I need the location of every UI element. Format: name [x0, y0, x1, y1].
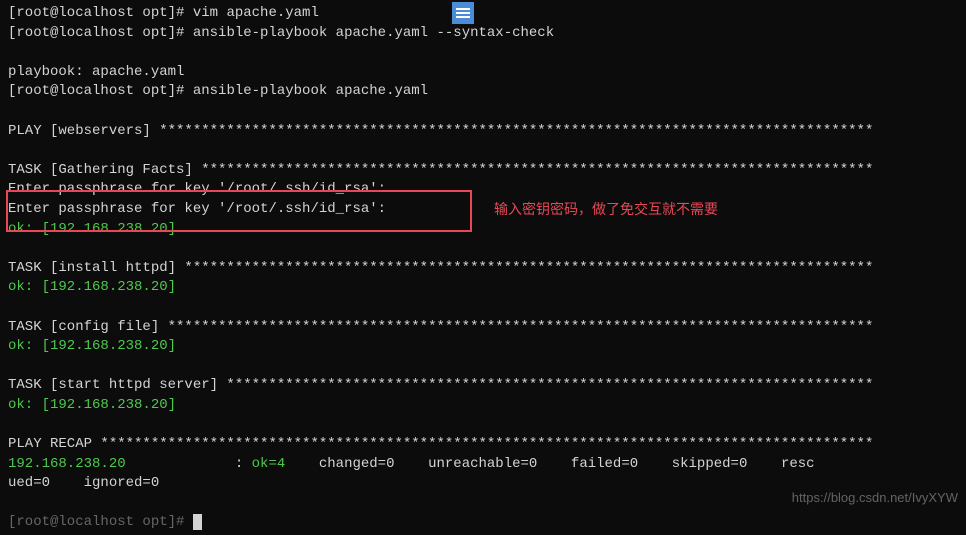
command-text: ansible-playbook apache.yaml --syntax-ch… — [193, 25, 554, 41]
recap-line: 192.168.238.20 : ok=4 changed=0 unreacha… — [8, 455, 958, 475]
task-header: TASK [start httpd server] **************… — [8, 376, 958, 396]
recap-ok-count: ok=4 — [252, 456, 311, 472]
recap-host: 192.168.238.20 — [8, 456, 126, 472]
watermark-text: https://blog.csdn.net/IvyXYW — [792, 489, 958, 507]
task-ok: ok: [192.168.238.20] — [8, 220, 958, 240]
task-ok: ok: [192.168.238.20] — [8, 396, 958, 416]
recap-header: PLAY RECAP *****************************… — [8, 435, 958, 455]
task-header: TASK [Gathering Facts] *****************… — [8, 161, 958, 181]
terminal-line: [root@localhost opt]# ansible-playbook a… — [8, 82, 958, 102]
terminal-line: [root@localhost opt]# — [8, 513, 958, 533]
cursor — [193, 514, 202, 530]
terminal-output: playbook: apache.yaml — [8, 63, 958, 83]
passphrase-prompt: Enter passphrase for key '/root/.ssh/id_… — [8, 200, 958, 220]
passphrase-prompt: Enter passphrase for key '/root/.ssh/id_… — [8, 180, 958, 200]
task-header: TASK [config file] *********************… — [8, 318, 958, 338]
task-header: TASK [install httpd] *******************… — [8, 259, 958, 279]
terminal-line: [root@localhost opt]# vim apache.yaml — [8, 4, 958, 24]
terminal-line: [root@localhost opt]# ansible-playbook a… — [8, 24, 958, 44]
task-ok: ok: [192.168.238.20] — [8, 337, 958, 357]
annotation-text: 输入密钥密码，做了免交互就不需要 — [494, 200, 718, 220]
file-icon — [452, 2, 474, 24]
command-text: ansible-playbook apache.yaml — [193, 83, 428, 99]
play-header: PLAY [webservers] **********************… — [8, 122, 958, 142]
task-ok: ok: [192.168.238.20] — [8, 278, 958, 298]
shell-prompt: [root@localhost opt]# — [8, 514, 193, 530]
recap-stats: changed=0 unreachable=0 failed=0 skipped… — [310, 456, 814, 472]
command-text: vim apache.yaml — [193, 5, 319, 21]
shell-prompt: [root@localhost opt]# — [8, 25, 193, 41]
shell-prompt: [root@localhost opt]# — [8, 5, 193, 21]
shell-prompt: [root@localhost opt]# — [8, 83, 193, 99]
